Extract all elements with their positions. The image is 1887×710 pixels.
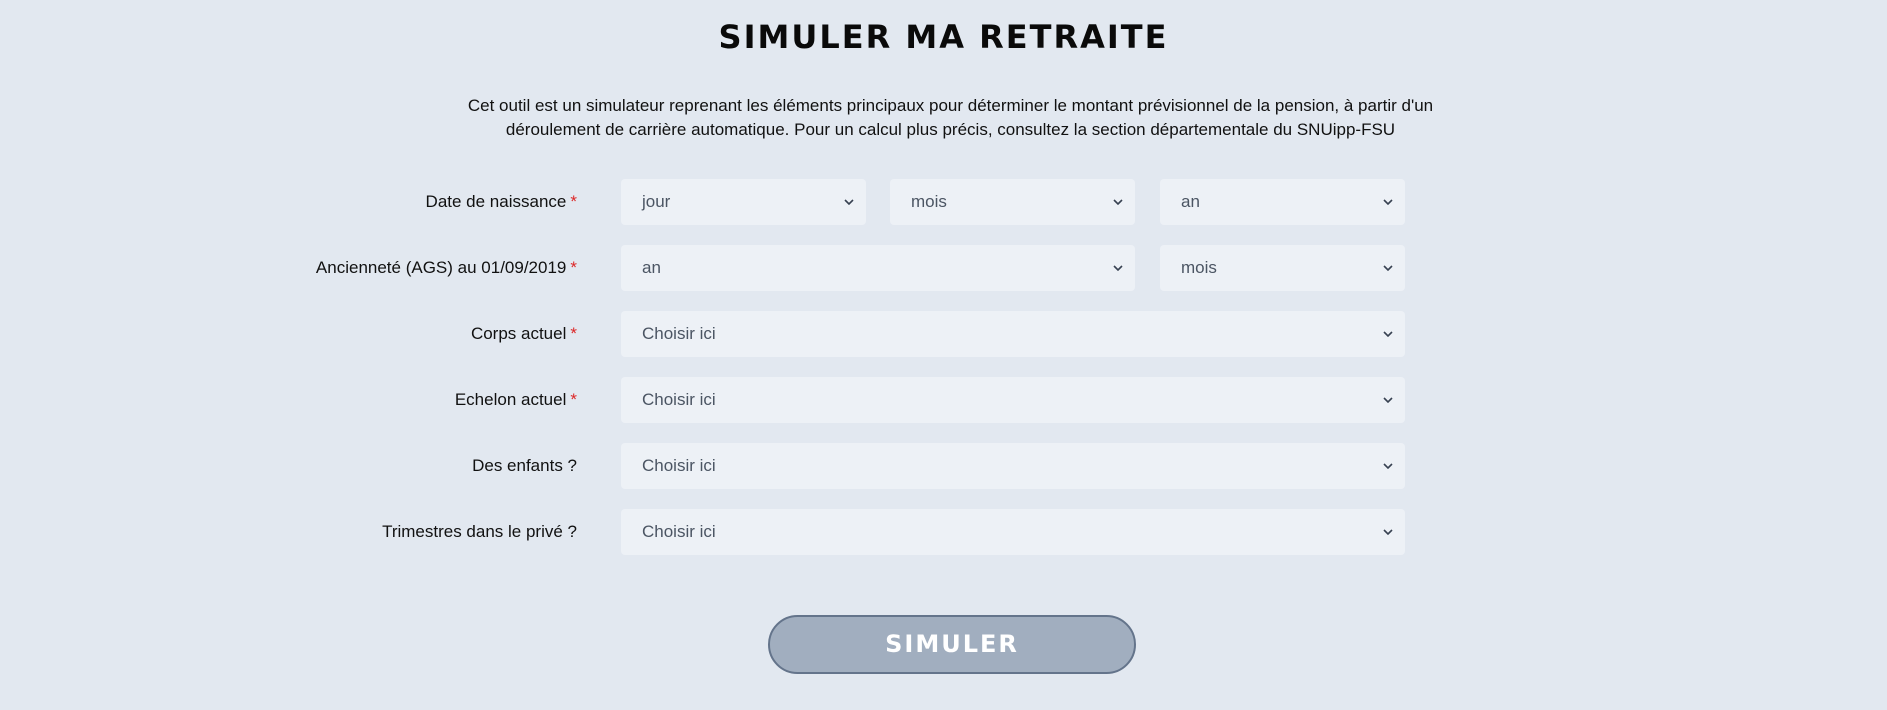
corps-label-text: Corps actuel (470, 324, 567, 343)
simulate-button[interactable]: SIMULER (768, 615, 1136, 674)
children-select[interactable]: Choisir ici (621, 443, 1405, 489)
chevron-down-icon (1111, 179, 1125, 225)
corps-value: Choisir ici (642, 324, 716, 343)
seniority-months-value: mois (1181, 258, 1217, 277)
echelon-row: Echelon actuel * Choisir ici (0, 377, 1887, 423)
birth-date-row: Date de naissance * jour mois an (0, 179, 1887, 225)
children-value: Choisir ici (642, 456, 716, 475)
chevron-down-icon (1381, 245, 1395, 291)
echelon-label: Echelon actuel * (455, 377, 577, 423)
chevron-down-icon (1381, 311, 1395, 357)
children-label: Des enfants ? (472, 456, 577, 475)
seniority-label-text: Ancienneté (AGS) au 01/09/2019 (315, 258, 567, 277)
private-quarters-value: Choisir ici (642, 522, 716, 541)
children-row: Des enfants ? Choisir ici (0, 443, 1887, 489)
page-title: SIMULER MA RETRAITE (718, 18, 1169, 56)
birth-year-select[interactable]: an (1160, 179, 1405, 225)
birth-date-label: Date de naissance * (426, 179, 577, 225)
corps-label: Corps actuel * (471, 311, 577, 357)
chevron-down-icon (1381, 377, 1395, 423)
birth-day-select[interactable]: jour (621, 179, 866, 225)
seniority-years-value: an (642, 258, 661, 277)
corps-row: Corps actuel * Choisir ici (0, 311, 1887, 357)
birth-month-select[interactable]: mois (890, 179, 1135, 225)
chevron-down-icon (1381, 179, 1395, 225)
birth-month-value: mois (911, 192, 947, 211)
seniority-years-select[interactable]: an (621, 245, 1135, 291)
private-quarters-select[interactable]: Choisir ici (621, 509, 1405, 555)
echelon-value: Choisir ici (642, 390, 716, 409)
seniority-label: Ancienneté (AGS) au 01/09/2019 * (316, 245, 577, 291)
required-marker: * (570, 324, 577, 343)
chevron-down-icon (1111, 245, 1125, 291)
chevron-down-icon (842, 179, 856, 225)
echelon-select[interactable]: Choisir ici (621, 377, 1405, 423)
seniority-months-select[interactable]: mois (1160, 245, 1405, 291)
corps-select[interactable]: Choisir ici (621, 311, 1405, 357)
seniority-row: Ancienneté (AGS) au 01/09/2019 * an mois (0, 245, 1887, 291)
private-quarters-row: Trimestres dans le privé ? Choisir ici (0, 509, 1887, 555)
private-quarters-label: Trimestres dans le privé ? (382, 522, 577, 541)
required-marker: * (570, 192, 577, 211)
required-marker: * (570, 258, 577, 277)
birth-day-value: jour (642, 192, 671, 211)
birth-date-label-text: Date de naissance (425, 192, 567, 211)
chevron-down-icon (1381, 443, 1395, 489)
chevron-down-icon (1381, 509, 1395, 555)
required-marker: * (570, 390, 577, 409)
birth-year-value: an (1181, 192, 1200, 211)
echelon-label-text: Echelon actuel (454, 390, 567, 409)
intro-text: Cet outil est un simulateur reprenant le… (467, 96, 1434, 139)
